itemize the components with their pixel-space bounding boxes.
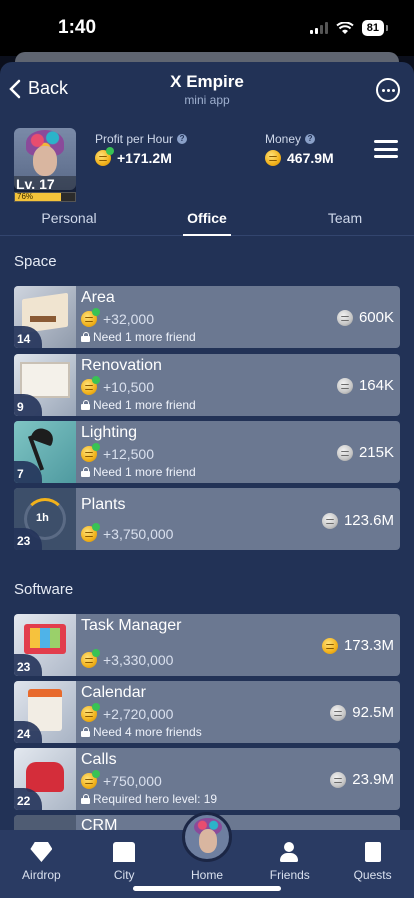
item-name: Renovation xyxy=(81,357,162,374)
coin-icon xyxy=(336,309,353,326)
item-profit: +32,000 xyxy=(103,311,154,327)
item-profit: +12,500 xyxy=(103,446,154,462)
level-label: Lv. 17 xyxy=(14,176,76,192)
coin-icon xyxy=(81,376,100,395)
home-indicator xyxy=(133,886,281,891)
profit-label: Profit per Hour xyxy=(95,132,174,146)
status-time: 1:40 xyxy=(58,17,97,38)
item-profit: +2,720,000 xyxy=(103,706,174,722)
coin-icon xyxy=(321,512,338,529)
status-icons: 81 xyxy=(309,20,389,36)
card-calendar[interactable]: 24 Calendar +2,720,000 Need 4 more frien… xyxy=(14,681,400,743)
coin-icon xyxy=(265,150,281,166)
avatar-icon[interactable] xyxy=(182,812,232,862)
nav-label: Airdrop xyxy=(22,868,61,882)
card-renovation[interactable]: 9 Renovation +10,500 Need 1 more friend … xyxy=(14,354,400,416)
item-requirement: Need 4 more friends xyxy=(93,725,202,739)
item-requirement: Need 1 more friend xyxy=(93,330,196,344)
coin-icon xyxy=(95,147,114,166)
coin-icon xyxy=(81,703,100,722)
item-profit: +10,500 xyxy=(103,379,154,395)
tab-personal[interactable]: Personal xyxy=(0,210,138,235)
level-progress-bar: 76% xyxy=(14,192,76,202)
lock-icon xyxy=(81,467,90,477)
money: Money? 467.9M xyxy=(265,132,334,166)
item-price: 92.5M xyxy=(352,704,394,721)
app-subtitle: mini app xyxy=(184,93,230,107)
item-price: 164K xyxy=(358,377,394,394)
coin-icon xyxy=(336,444,353,461)
diamond-icon xyxy=(30,842,53,862)
card-plants[interactable]: 1h 23 Plants +3,750,000 123.6M xyxy=(14,488,400,550)
top-bar: Back X Empire mini app xyxy=(0,62,414,120)
card-task-manager[interactable]: 23 Task Manager +3,330,000 173.3M xyxy=(14,614,400,676)
profit-value: +171.2M xyxy=(117,150,172,166)
section-title-space: Space xyxy=(14,253,57,270)
item-price: 215K xyxy=(358,444,394,461)
help-icon[interactable]: ? xyxy=(305,134,316,144)
battery-indicator: 81 xyxy=(361,20,389,36)
item-name: Task Manager xyxy=(81,617,182,634)
item-name: Lighting xyxy=(81,424,138,441)
coin-icon xyxy=(330,704,347,721)
money-value: 467.9M xyxy=(287,150,334,166)
item-profit: +750,000 xyxy=(103,773,162,789)
coin-icon xyxy=(321,637,338,654)
card-area[interactable]: 14 Area +32,000 Need 1 more friend 600K xyxy=(14,286,400,348)
profit-per-hour: Profit per Hour? +171.2M xyxy=(95,132,188,166)
title-block: X Empire mini app xyxy=(0,72,414,107)
section-title-software: Software xyxy=(14,581,74,598)
quests-icon xyxy=(364,842,381,862)
item-price: 123.6M xyxy=(343,512,394,529)
tab-bar: Personal Office Team xyxy=(0,210,414,236)
more-options-icon[interactable] xyxy=(376,78,400,102)
nav-label: Friends xyxy=(269,868,310,882)
tab-team[interactable]: Team xyxy=(276,210,414,235)
city-icon xyxy=(113,842,136,862)
level-progress: 76% xyxy=(15,193,61,201)
item-price: 173.3M xyxy=(343,637,394,654)
nav-quests[interactable]: Quests xyxy=(331,830,414,898)
nav-label: City xyxy=(113,868,135,882)
item-profit: +3,750,000 xyxy=(103,526,174,542)
profile-panel: Lv. 17 76% Profit per Hour? +171.2M Mone… xyxy=(0,120,414,210)
coin-icon xyxy=(336,377,353,394)
help-icon[interactable]: ? xyxy=(177,134,188,144)
status-bar: 1:40 81 xyxy=(0,0,414,56)
nav-label: Quests xyxy=(353,868,392,882)
item-price: 600K xyxy=(358,309,394,326)
item-name: Calendar xyxy=(81,684,146,701)
coin-icon xyxy=(330,771,347,788)
cooldown-timer: 1h xyxy=(36,512,49,524)
nav-label: Home xyxy=(190,868,223,882)
lock-icon xyxy=(81,332,90,342)
tab-office[interactable]: Office xyxy=(138,210,276,235)
item-requirement: Need 1 more friend xyxy=(93,398,196,412)
item-profit: +3,330,000 xyxy=(103,652,174,668)
lock-icon xyxy=(81,400,90,410)
card-lighting[interactable]: 7 Lighting +12,500 Need 1 more friend 21… xyxy=(14,421,400,483)
menu-icon[interactable] xyxy=(374,140,398,158)
money-label: Money xyxy=(265,132,302,146)
cellular-signal-icon xyxy=(309,22,328,34)
item-name: Area xyxy=(81,289,115,306)
lock-icon xyxy=(81,794,90,804)
coin-icon xyxy=(81,308,100,327)
coin-icon xyxy=(81,523,100,542)
coin-icon xyxy=(81,649,100,668)
item-requirement: Required hero level: 19 xyxy=(93,792,218,806)
nav-airdrop[interactable]: Airdrop xyxy=(0,830,83,898)
item-requirement: Need 1 more friend xyxy=(93,465,196,479)
item-name: Calls xyxy=(81,751,117,768)
app-title: X Empire xyxy=(170,72,244,91)
item-name: Plants xyxy=(81,496,126,513)
card-calls[interactable]: 22 Calls +750,000 Required hero level: 1… xyxy=(14,748,400,810)
coin-icon xyxy=(81,443,100,462)
item-price: 23.9M xyxy=(352,771,394,788)
coin-icon xyxy=(81,770,100,789)
friends-icon xyxy=(279,842,301,862)
wifi-icon xyxy=(336,21,354,34)
lock-icon xyxy=(81,727,90,737)
